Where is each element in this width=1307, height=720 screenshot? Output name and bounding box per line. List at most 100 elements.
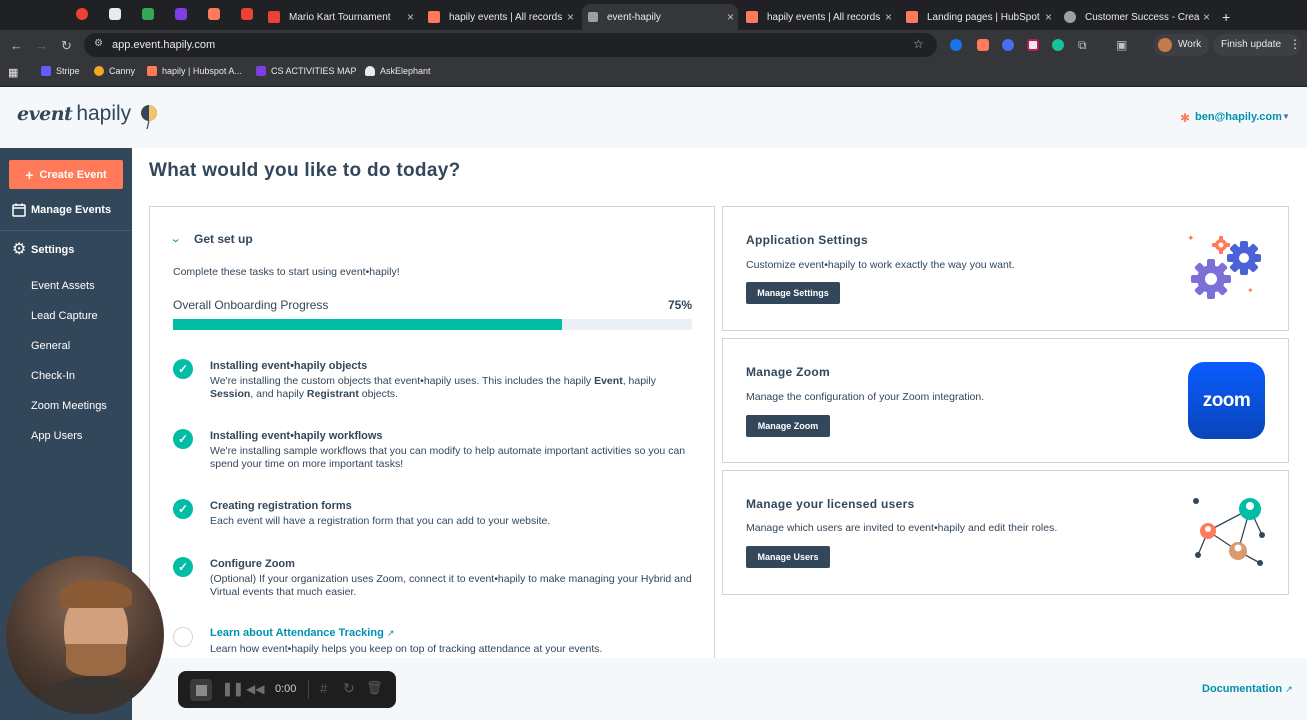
- tab-label: event-hapily: [607, 11, 661, 23]
- bookmark-label: Canny: [109, 66, 136, 76]
- finish-update-button[interactable]: Finish update ⋮: [1213, 34, 1301, 56]
- bookmark-label: Stripe: [56, 66, 80, 76]
- progress-percent: 75%: [668, 298, 693, 312]
- close-tab-icon[interactable]: ×: [727, 10, 734, 24]
- canny-icon: [94, 66, 104, 76]
- tab-favicon: [268, 11, 280, 23]
- bookmark-star-icon[interactable]: ☆: [913, 37, 924, 51]
- gears-icon: ✦ ✦: [1187, 234, 1261, 299]
- logo-event: event: [17, 103, 73, 125]
- tab-label: Mario Kart Tournament: [289, 11, 391, 23]
- webcam-overlay[interactable]: [6, 556, 164, 714]
- tab-label: hapily events | All records: [449, 11, 563, 23]
- url-text[interactable]: app.event.hapily.com: [112, 39, 215, 51]
- forward-icon[interactable]: →: [35, 38, 48, 53]
- card-desc: Customize event•hapily to work exactly t…: [746, 259, 1015, 271]
- close-tab-icon[interactable]: ×: [1203, 10, 1210, 24]
- hubspot-sprocket-icon: ✱: [1180, 111, 1191, 125]
- tab-search-icon[interactable]: ▣: [1116, 38, 1127, 52]
- zoom-logo-text: zoom: [1202, 389, 1251, 411]
- close-tab-icon[interactable]: ×: [1045, 10, 1052, 24]
- restart-icon[interactable]: ↻: [343, 680, 355, 697]
- gmail-tab-icon[interactable]: [241, 8, 253, 20]
- tab-customer-success[interactable]: Customer Success - Crea ×: [1064, 4, 1214, 30]
- close-tab-icon[interactable]: ×: [885, 10, 892, 24]
- tab-mario-kart[interactable]: Mario Kart Tournament ×: [268, 4, 418, 30]
- setup-title[interactable]: Get set up: [194, 232, 253, 246]
- task-title: Installing event•hapily objects: [210, 360, 368, 372]
- grammarly-icon[interactable]: [1052, 39, 1064, 51]
- bookmark-stripe[interactable]: Stripe: [41, 66, 80, 76]
- sidebar-item-zoom-meetings[interactable]: Zoom Meetings: [31, 400, 107, 412]
- sidebar-item-app-users[interactable]: App Users: [31, 430, 82, 442]
- extension-icon[interactable]: [1027, 39, 1039, 51]
- extension-icon[interactable]: [1002, 39, 1014, 51]
- tab-hapily-events-2[interactable]: hapily events | All records ×: [746, 4, 896, 30]
- documentation-link[interactable]: Documentation ↗: [1202, 683, 1293, 695]
- tab-landing-pages[interactable]: Landing pages | HubSpot ×: [906, 4, 1056, 30]
- finish-update-label: Finish update: [1221, 39, 1282, 50]
- attendance-tracking-link[interactable]: Learn about Attendance Tracking ↗: [210, 627, 394, 639]
- reload-icon[interactable]: ↻: [61, 38, 72, 54]
- svg-text:✦: ✦: [1247, 286, 1254, 295]
- pause-icon[interactable]: ❚❚: [222, 681, 244, 697]
- task-desc: Learn how event•hapily helps you keep on…: [210, 643, 603, 655]
- card-desc: Manage the configuration of your Zoom in…: [746, 391, 985, 403]
- pinned-tab-icon[interactable]: [208, 8, 220, 20]
- progress-fill: [173, 319, 563, 330]
- extension-icon[interactable]: [950, 39, 962, 51]
- apps-grid-icon[interactable]: ▦: [8, 66, 18, 79]
- app-logo[interactable]: event hapily: [17, 102, 131, 126]
- rewind-icon[interactable]: ◀◀: [246, 682, 264, 696]
- hair: [60, 580, 132, 608]
- trash-icon[interactable]: 🗑: [366, 680, 383, 696]
- manage-zoom-button[interactable]: Manage Zoom: [746, 415, 830, 437]
- sidebar-item-event-assets[interactable]: Event Assets: [31, 280, 95, 292]
- task-complete-check-icon: ✓: [173, 359, 193, 379]
- manage-events-label: Manage Events: [31, 204, 112, 216]
- bookmark-hapily[interactable]: hapily | Hubspot A...: [147, 66, 242, 76]
- tab-favicon: [746, 11, 758, 23]
- bookmark-label: AskElephant: [380, 66, 431, 76]
- bookmark-cs-activities[interactable]: CS ACTIVITIES MAP: [256, 66, 357, 76]
- task-desc-text: We're installing the custom objects that…: [210, 375, 595, 387]
- back-icon[interactable]: ←: [10, 38, 23, 53]
- close-tab-icon[interactable]: ×: [407, 10, 414, 24]
- sidebar-item-check-in[interactable]: Check-In: [31, 370, 75, 382]
- manage-users-button[interactable]: Manage Users: [746, 546, 830, 568]
- extension-icon[interactable]: [977, 39, 989, 51]
- create-event-label: Create Event: [39, 168, 107, 181]
- pinned-tab-icon[interactable]: [142, 8, 154, 20]
- manage-zoom-card: Manage Zoom Manage the configuration of …: [722, 338, 1289, 463]
- users-network-icon: [1193, 498, 1265, 566]
- recorder-toolbar: ❚❚ ◀◀ 0:00 # ↻ 🗑: [178, 671, 396, 708]
- map-icon: [256, 66, 266, 76]
- new-tab-button[interactable]: +: [1222, 4, 1236, 30]
- extensions-puzzle-icon[interactable]: ⧉: [1078, 38, 1087, 53]
- stripe-icon: [41, 66, 51, 76]
- more-menu-icon[interactable]: ⋮: [1289, 37, 1301, 51]
- close-tab-icon[interactable]: ×: [567, 10, 574, 24]
- nav-manage-events[interactable]: Manage Events: [0, 193, 132, 231]
- chevron-down-icon[interactable]: ▼: [1282, 112, 1290, 121]
- stop-recording-button[interactable]: [190, 679, 212, 701]
- tab-hapily-events[interactable]: hapily events | All records ×: [428, 4, 578, 30]
- sidebar-item-general[interactable]: General: [31, 340, 70, 352]
- sidebar-item-lead-capture[interactable]: Lead Capture: [31, 310, 98, 322]
- manage-settings-button[interactable]: Manage Settings: [746, 282, 840, 304]
- user-email[interactable]: ben@hapily.com: [1195, 111, 1282, 123]
- address-bar[interactable]: ⚙ app.event.hapily.com ☆: [84, 33, 937, 57]
- recording-timer: 0:00: [275, 683, 297, 695]
- grid-icon[interactable]: #: [320, 681, 327, 696]
- bookmark-askelephant[interactable]: AskElephant: [365, 66, 431, 76]
- pinned-tab-icon[interactable]: [109, 8, 121, 20]
- tab-event-hapily[interactable]: event-hapily ×: [582, 4, 738, 30]
- bookmark-canny[interactable]: Canny: [94, 66, 135, 76]
- nav-settings[interactable]: ⚙ Settings: [0, 236, 132, 264]
- chevron-down-icon[interactable]: ⌄: [170, 232, 182, 245]
- site-info-icon[interactable]: ⚙: [94, 38, 103, 49]
- profile-button[interactable]: Work: [1153, 34, 1209, 56]
- create-event-button[interactable]: + Create Event: [9, 160, 123, 189]
- pinned-tab-icon[interactable]: [76, 8, 88, 20]
- pinned-tab-icon[interactable]: [175, 8, 187, 20]
